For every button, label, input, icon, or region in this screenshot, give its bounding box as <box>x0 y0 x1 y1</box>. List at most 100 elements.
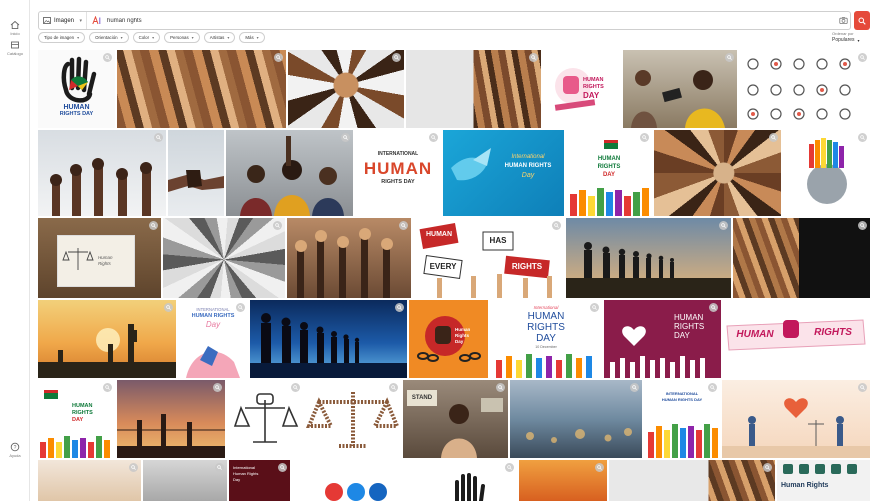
zoom-icon[interactable] <box>709 303 718 312</box>
zoom-icon[interactable] <box>215 463 224 472</box>
zoom-icon[interactable] <box>505 463 514 472</box>
image-result[interactable]: HUMAN RIGHTS DAY <box>604 300 721 378</box>
zoom-icon[interactable] <box>278 463 287 472</box>
zoom-icon[interactable] <box>725 53 734 62</box>
image-result[interactable] <box>722 380 870 458</box>
filter-artists[interactable]: Artistas ▾ <box>203 32 236 43</box>
search-input[interactable] <box>107 13 797 28</box>
sidebar-item-label: Ayuda <box>9 453 21 458</box>
zoom-icon[interactable] <box>103 53 112 62</box>
image-result[interactable] <box>566 218 731 298</box>
image-result[interactable] <box>287 218 411 298</box>
image-result[interactable]: HUMAN HAS EVERY RIGHTS <box>413 218 564 298</box>
zoom-icon[interactable] <box>399 221 408 230</box>
image-result[interactable] <box>38 460 141 501</box>
zoom-icon[interactable] <box>858 221 867 230</box>
image-result[interactable] <box>419 460 517 501</box>
zoom-icon[interactable] <box>274 53 283 62</box>
image-type-dropdown[interactable]: Imagen ▾ <box>39 12 87 29</box>
zoom-icon[interactable] <box>341 133 350 142</box>
image-result[interactable]: International Human Rights Day <box>229 460 290 501</box>
image-result[interactable] <box>739 50 870 128</box>
image-result[interactable] <box>250 300 407 378</box>
image-result[interactable]: Human Rights <box>38 218 161 298</box>
zoom-icon[interactable] <box>640 133 649 142</box>
zoom-icon[interactable] <box>154 133 163 142</box>
zoom-icon[interactable] <box>858 383 867 392</box>
zoom-icon[interactable] <box>103 383 112 392</box>
image-result[interactable]: Human Rights <box>777 460 870 501</box>
zoom-icon[interactable] <box>164 303 173 312</box>
zoom-icon[interactable] <box>395 303 404 312</box>
image-result[interactable] <box>168 130 224 216</box>
zoom-icon[interactable] <box>236 303 245 312</box>
image-result[interactable]: HUMAN RIGHTS DAY <box>38 50 115 128</box>
sidebar-item-catalog[interactable]: Catálogo <box>0 40 30 56</box>
zoom-icon[interactable] <box>769 133 778 142</box>
sort-dropdown[interactable]: Populares ▾ <box>832 37 868 43</box>
zoom-icon[interactable] <box>429 133 438 142</box>
image-result[interactable] <box>623 50 737 128</box>
zoom-icon[interactable] <box>763 463 772 472</box>
image-result[interactable] <box>117 50 286 128</box>
image-result[interactable] <box>783 130 870 216</box>
zoom-icon[interactable] <box>552 221 561 230</box>
zoom-icon[interactable] <box>590 303 599 312</box>
filter-color[interactable]: Color ▾ <box>132 32 161 43</box>
camera-search-icon[interactable] <box>839 16 848 25</box>
chevron-down-icon: ▾ <box>256 35 259 40</box>
image-result[interactable] <box>406 50 541 128</box>
image-result[interactable]: International HUMAN RIGHTS DAY 10 Decemb… <box>490 300 602 378</box>
zoom-icon[interactable] <box>273 221 282 230</box>
zoom-icon[interactable] <box>129 463 138 472</box>
image-result[interactable] <box>305 380 401 458</box>
image-result[interactable] <box>519 460 607 501</box>
filter-image-type[interactable]: Tipo de imagen ▾ <box>38 32 86 43</box>
image-result[interactable]: INTERNATIONAL HUMAN RIGHTS DAY <box>644 380 720 458</box>
image-result[interactable] <box>117 380 225 458</box>
image-result[interactable] <box>292 460 417 501</box>
image-result[interactable] <box>163 218 285 298</box>
image-result[interactable]: International HUMAN RIGHTS Day <box>443 130 564 216</box>
zoom-icon[interactable] <box>392 53 401 62</box>
image-result[interactable] <box>38 300 176 378</box>
image-result[interactable] <box>510 380 642 458</box>
zoom-icon[interactable] <box>291 383 300 392</box>
zoom-icon[interactable] <box>858 133 867 142</box>
image-result[interactable]: STAND <box>403 380 508 458</box>
search-button[interactable] <box>854 11 870 30</box>
tile-title: HUMAN <box>527 311 565 322</box>
zoom-icon[interactable] <box>389 383 398 392</box>
image-result[interactable]: HUMAN RIGHTS DAY <box>566 130 652 216</box>
zoom-icon[interactable] <box>529 53 538 62</box>
zoom-icon[interactable] <box>630 383 639 392</box>
zoom-icon[interactable] <box>149 221 158 230</box>
image-result[interactable] <box>143 460 227 501</box>
image-result[interactable] <box>288 50 404 128</box>
image-result[interactable]: HUMAN RIGHTS DAY <box>543 50 621 128</box>
image-result[interactable]: INTERNATIONAL HUMAN RIGHTS Day <box>178 300 248 378</box>
zoom-icon[interactable] <box>719 221 728 230</box>
image-result[interactable] <box>226 130 353 216</box>
sidebar-item-help[interactable]: ? Ayuda <box>0 442 30 458</box>
filter-orientation[interactable]: Orientación ▾ <box>89 32 129 43</box>
zoom-icon[interactable] <box>858 53 867 62</box>
image-result[interactable] <box>227 380 303 458</box>
zoom-icon[interactable] <box>496 383 505 392</box>
image-result[interactable] <box>733 218 870 298</box>
tile-title: INTERNATIONAL <box>377 151 419 157</box>
ai-search-icon[interactable] <box>92 16 102 25</box>
image-result[interactable]: HUMAN RIGHTS DAY <box>38 380 115 458</box>
zoom-icon[interactable] <box>595 463 604 472</box>
filter-more[interactable]: Más ▾ <box>239 32 265 43</box>
image-result[interactable]: INTERNATIONAL HUMAN RIGHTS DAY <box>355 130 441 216</box>
zoom-icon[interactable] <box>213 383 222 392</box>
image-result[interactable] <box>654 130 781 216</box>
image-result[interactable] <box>38 130 166 216</box>
filter-people[interactable]: Personas ▾ <box>164 32 200 43</box>
image-result[interactable] <box>609 460 775 501</box>
sidebar-item-home[interactable]: Inicio <box>0 20 30 36</box>
zoom-icon[interactable] <box>708 383 717 392</box>
image-result[interactable]: HUMAN RIGHTS <box>723 300 870 378</box>
image-result[interactable]: Human Rights Day <box>409 300 488 378</box>
